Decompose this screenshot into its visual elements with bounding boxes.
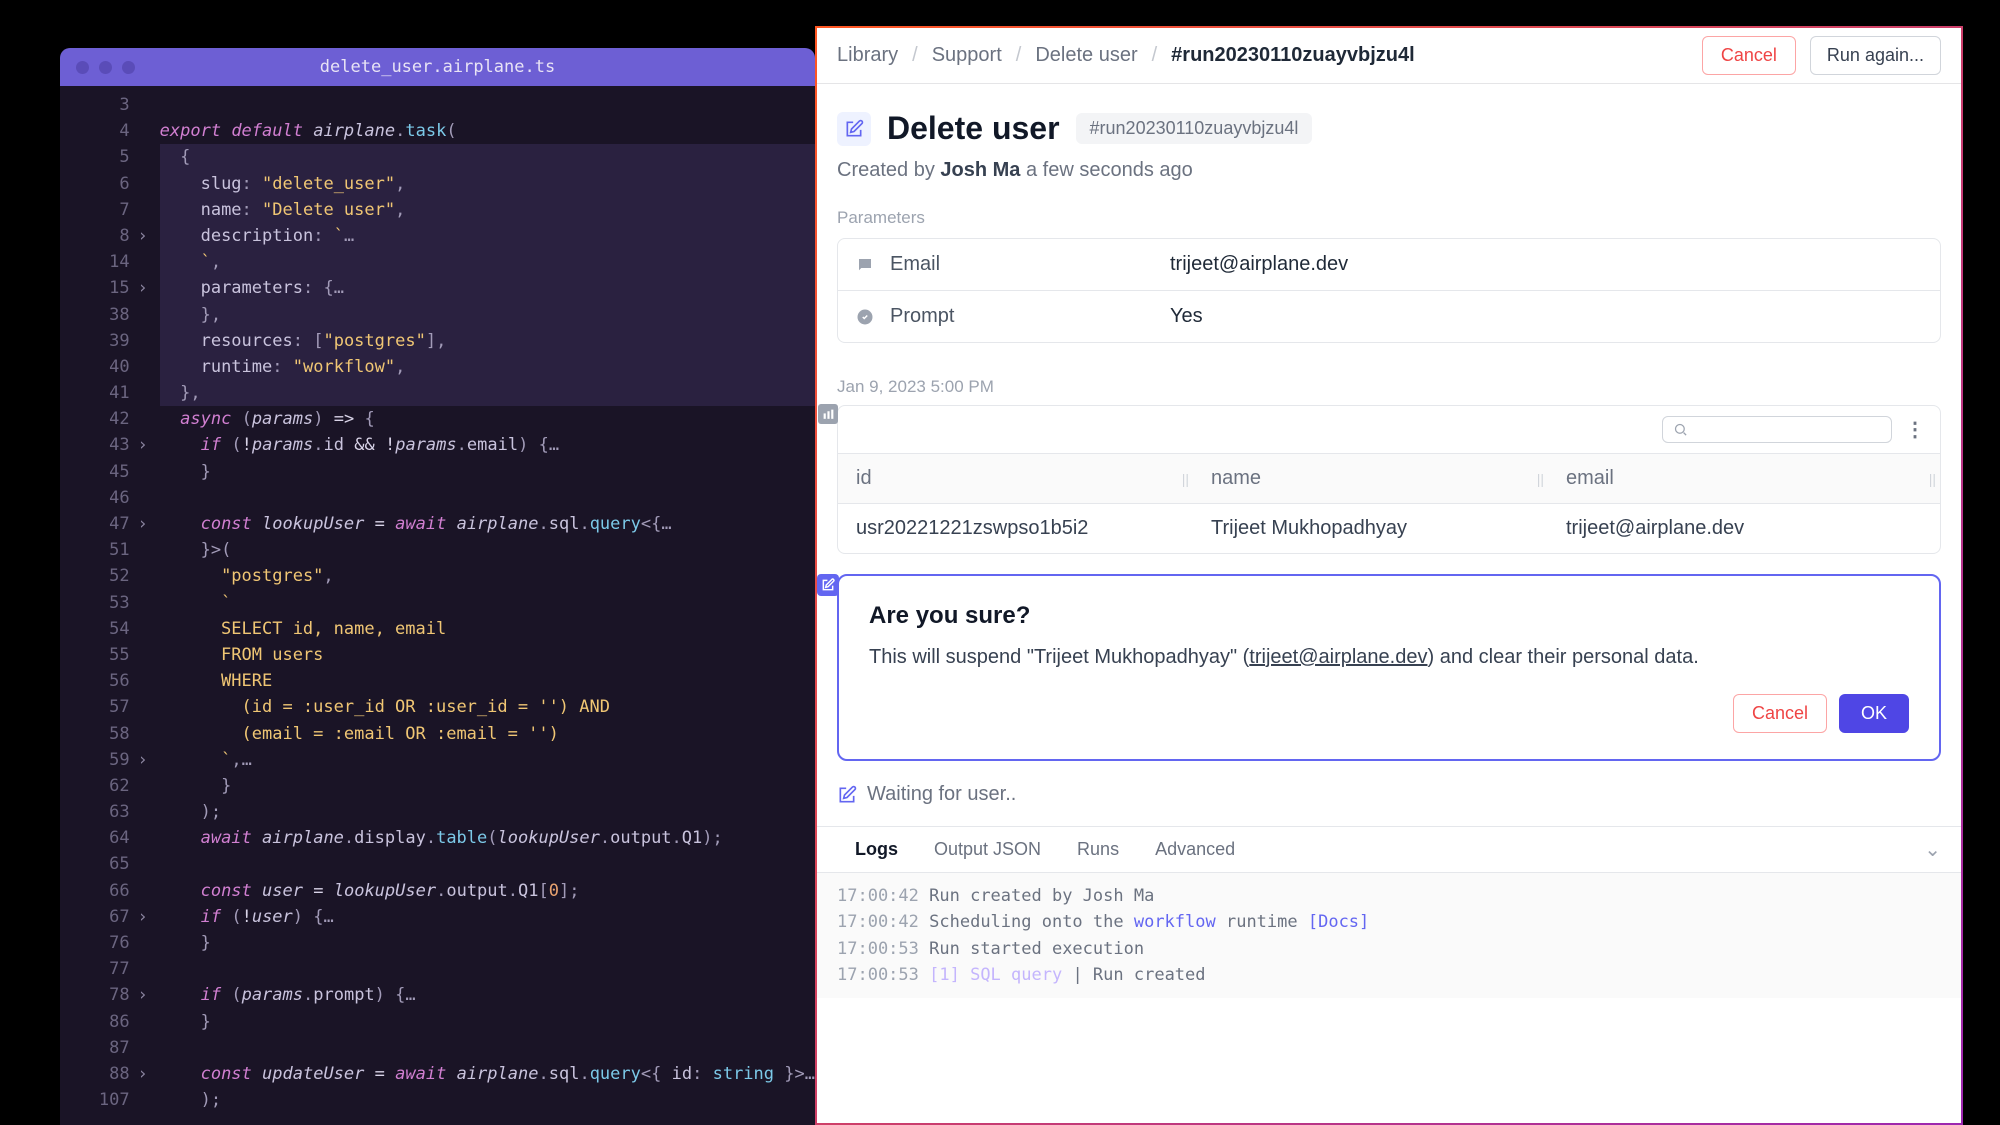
editor-filename: delete_user.airplane.ts [320,57,555,77]
prompt-title: Are you sure? [869,602,1909,630]
page-title: Delete user [887,110,1060,147]
check-circle-icon [856,308,880,326]
edit-icon [817,574,839,596]
logs-output: 17:00:42 Run created by Josh Ma17:00:42 … [817,873,1961,998]
created-by: Created by Josh Ma a few seconds ago [837,159,1941,182]
param-key: Email [890,253,1170,276]
param-val: Yes [1170,305,1203,328]
param-key: Prompt [890,305,1170,328]
col-resize-handle[interactable]: || [1537,471,1544,487]
prompt-ok-button[interactable]: OK [1839,694,1909,733]
breadcrumb-sep: / [912,44,918,67]
cancel-run-button[interactable]: Cancel [1702,36,1796,75]
run-panel: Library / Support / Delete user / #run20… [815,26,1963,1125]
breadcrumb-run-id: #run20230110zuayvbjzu4l [1171,44,1414,67]
chat-icon [856,256,880,274]
breadcrumb-sep: / [1016,44,1022,67]
param-row-email: Email trijeet@airplane.dev [838,239,1940,290]
col-header-name: name|| [1193,454,1548,503]
param-row-prompt: Prompt Yes [838,290,1940,342]
prompt-actions: Cancel OK [869,694,1909,733]
panel-body: Delete user #run20230110zuayvbjzu4l Crea… [817,84,1961,1123]
col-resize-handle[interactable]: || [1182,471,1189,487]
breadcrumb-delete-user[interactable]: Delete user [1035,44,1137,67]
parameters-label: Parameters [837,208,1941,228]
col-header-email: email|| [1548,454,1940,503]
param-val: trijeet@airplane.dev [1170,253,1348,276]
table-search-input[interactable] [1662,416,1892,443]
tab-advanced[interactable]: Advanced [1137,827,1253,872]
panel-header: Library / Support / Delete user / #run20… [817,28,1961,84]
task-icon [837,112,871,146]
tab-runs[interactable]: Runs [1059,827,1137,872]
output-table-card: ⋮ id|| name|| email|| usr20221221zswpso1… [837,405,1941,554]
table-more-icon[interactable]: ⋮ [1904,417,1926,442]
cell-name: Trijeet Mukhopadhyay [1193,504,1548,553]
run-id-badge: #run20230110zuayvbjzu4l [1076,113,1313,144]
waiting-text: Waiting for user.. [867,783,1016,806]
editor-titlebar: delete_user.airplane.ts [60,48,815,86]
window-close-icon[interactable] [76,61,89,74]
code-editor-window: delete_user.airplane.ts 3›4›5›6›7›8›14›1… [60,48,815,1125]
col-header-id: id|| [838,454,1193,503]
window-minimize-icon[interactable] [99,61,112,74]
table-header-row: id|| name|| email|| [838,453,1940,504]
confirm-prompt-card: Are you sure? This will suspend "Trijeet… [837,574,1941,761]
table-icon [818,404,838,424]
run-again-button[interactable]: Run again... [1810,36,1941,75]
title-row: Delete user #run20230110zuayvbjzu4l [837,110,1941,147]
output-tabs: Logs Output JSON Runs Advanced ⌄ [817,826,1961,873]
col-resize-handle[interactable]: || [1929,471,1936,487]
prompt-cancel-button[interactable]: Cancel [1733,694,1827,733]
chevron-down-icon[interactable]: ⌄ [1924,837,1941,862]
parameters-table: Email trijeet@airplane.dev Prompt Yes [837,238,1941,343]
editor-body[interactable]: 3›4›5›6›7›8›14›15›38›39›40›41›42›43›45›4… [60,86,815,1125]
cell-email: trijeet@airplane.dev [1548,504,1940,553]
edit-icon [837,785,857,805]
table-row[interactable]: usr20221221zswpso1b5i2 Trijeet Mukhopadh… [838,504,1940,553]
waiting-status: Waiting for user.. [837,783,1941,806]
tab-output-json[interactable]: Output JSON [916,827,1059,872]
timestamp: Jan 9, 2023 5:00 PM [837,377,1941,397]
traffic-lights [76,61,135,74]
table-toolbar: ⋮ [838,406,1940,453]
search-icon [1673,422,1688,437]
window-maximize-icon[interactable] [122,61,135,74]
breadcrumb-sep: / [1152,44,1158,67]
breadcrumb-library[interactable]: Library [837,44,898,67]
tab-logs[interactable]: Logs [837,827,916,872]
breadcrumb-support[interactable]: Support [932,44,1002,67]
cell-id: usr20221221zswpso1b5i2 [838,504,1193,553]
prompt-body: This will suspend "Trijeet Mukhopadhyay"… [869,642,1909,672]
